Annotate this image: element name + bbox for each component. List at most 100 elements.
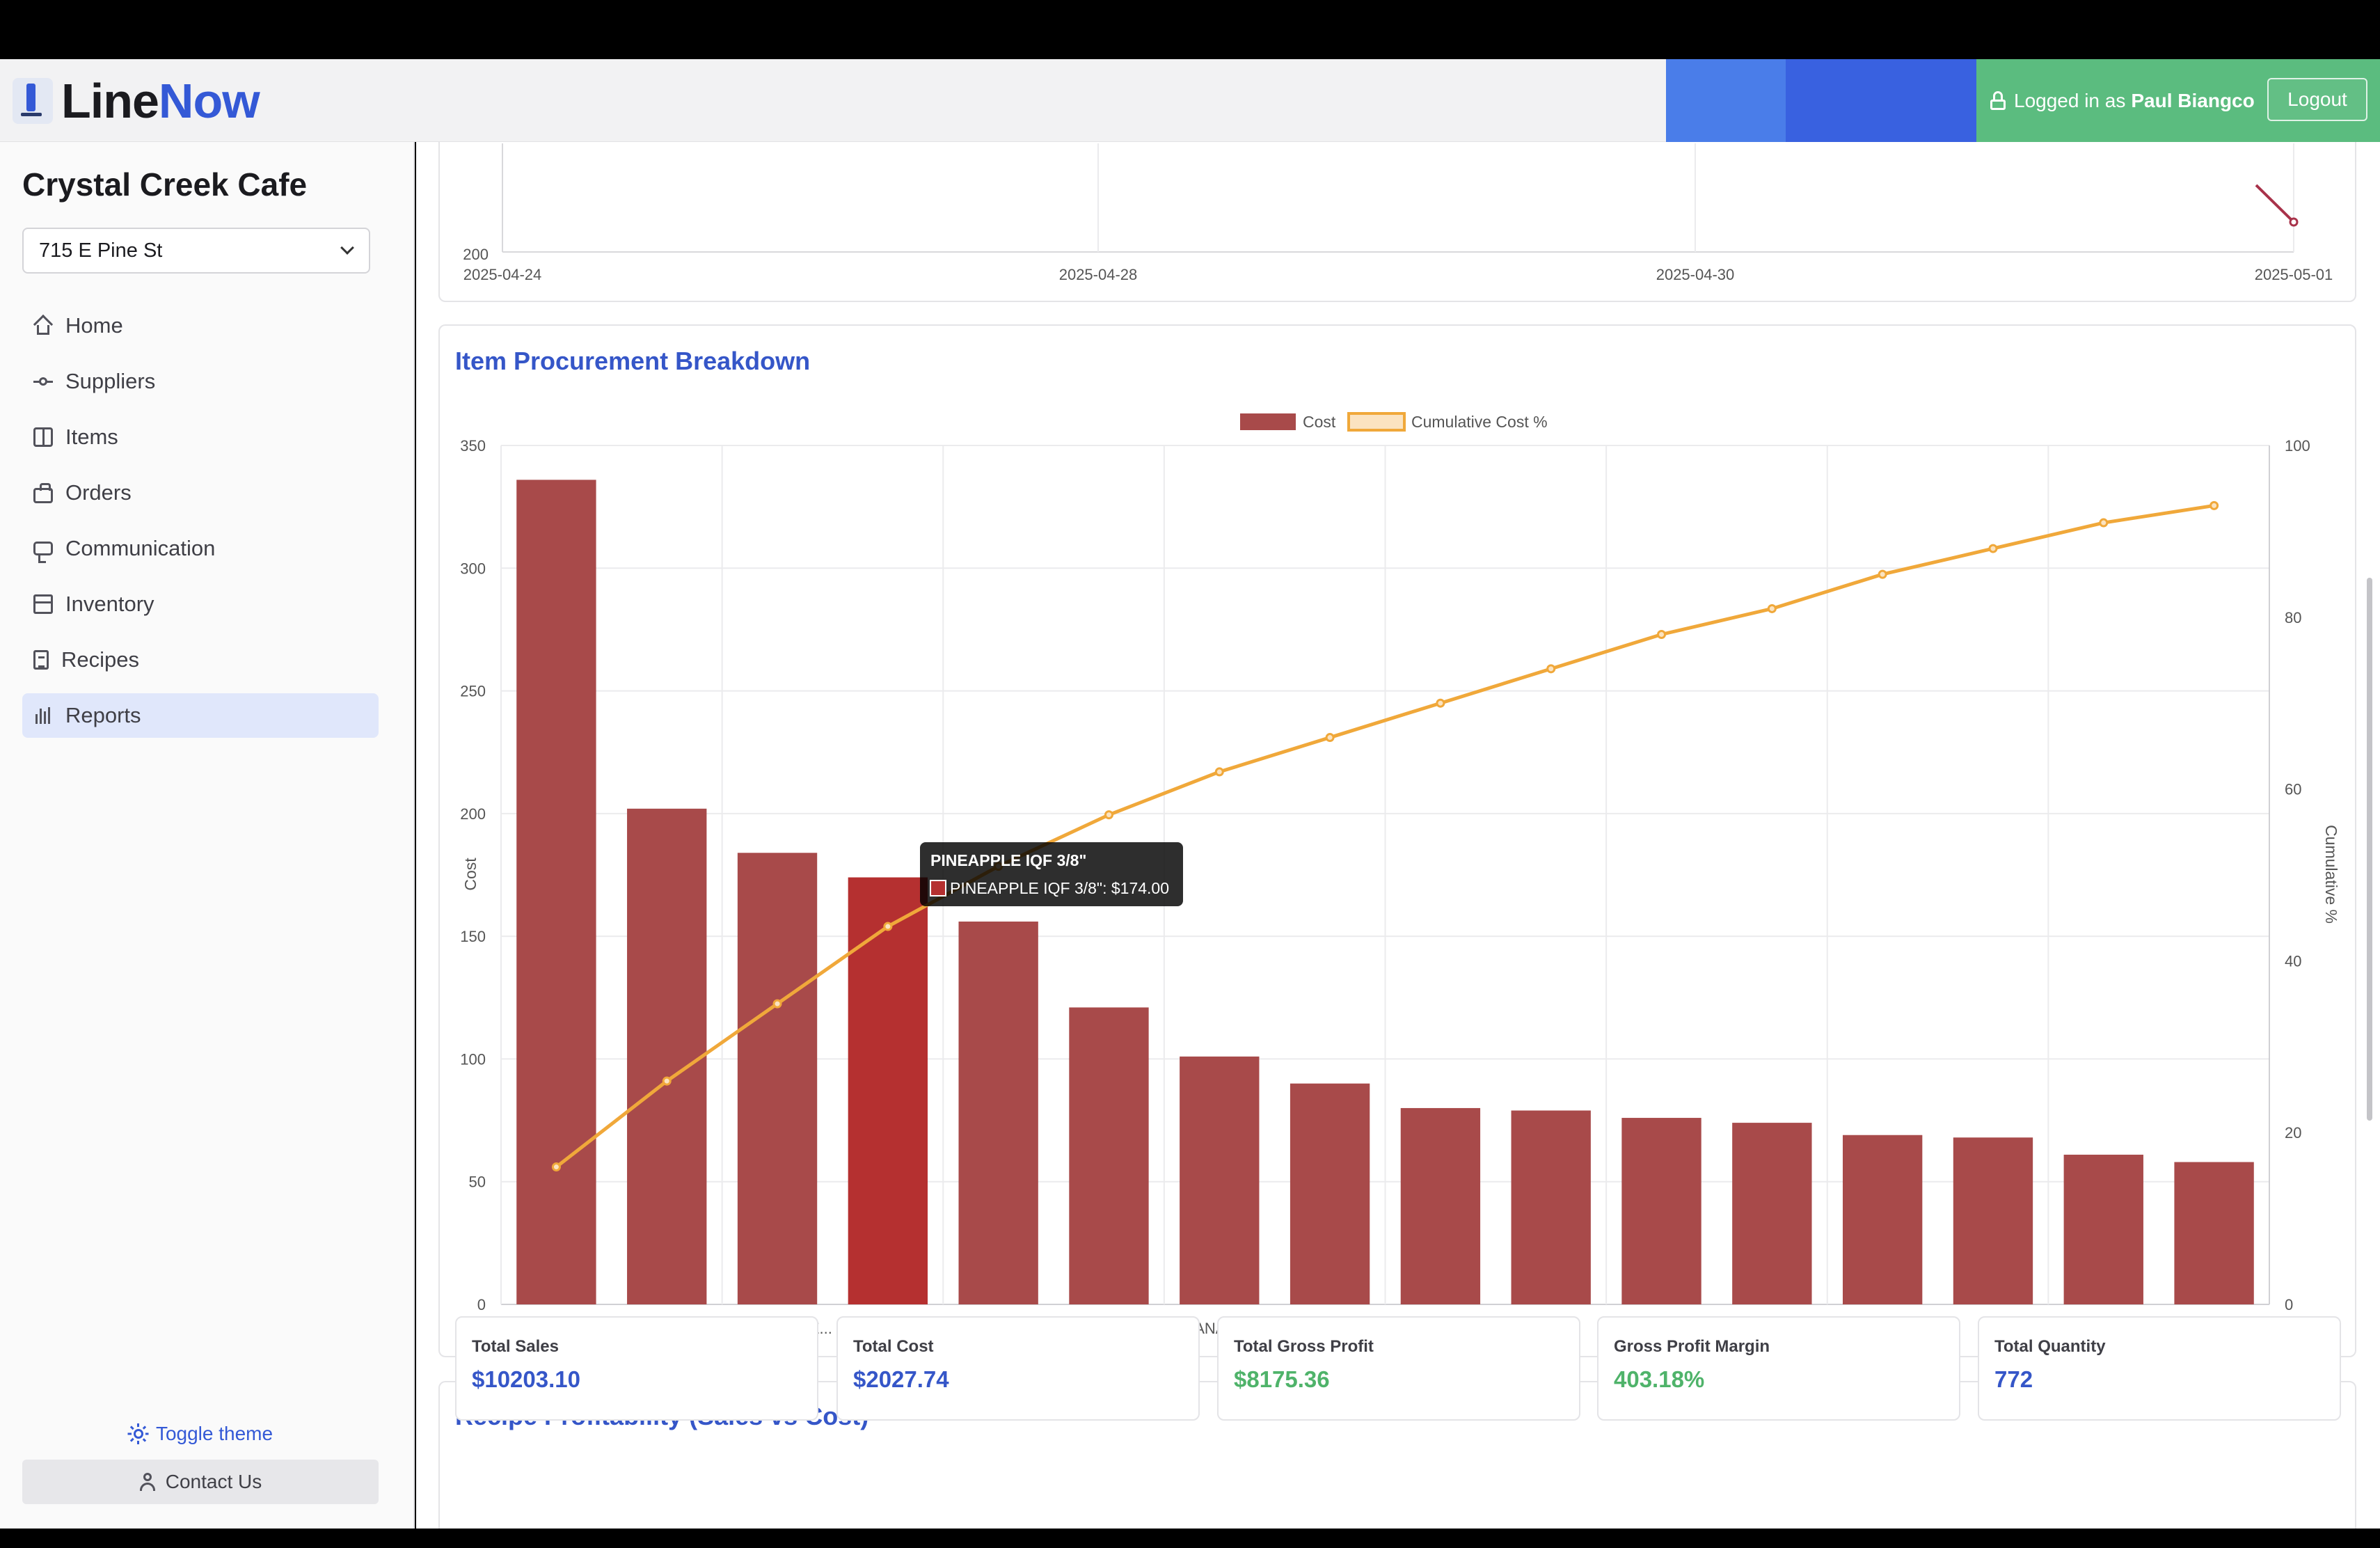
stat-gross-profit-margin: Gross Profit Margin 403.18% <box>1597 1316 1960 1421</box>
logo-text: LineNow <box>61 74 260 128</box>
cumulative-point <box>2210 500 2219 510</box>
y-tick-label: 300 <box>460 560 486 577</box>
app-logo[interactable]: LineNow <box>13 74 260 128</box>
bar-mark <box>1069 1007 1149 1304</box>
procurement-chart: 050100150200250300350020406080100STRAWBE… <box>460 412 2340 1337</box>
stat-value: $8175.36 <box>1234 1366 1330 1392</box>
cumulative-point <box>1214 767 1224 777</box>
bar-mark <box>1180 1056 1260 1304</box>
location-value: 715 E Pine St <box>39 239 163 262</box>
suppliers-icon <box>33 372 53 391</box>
bar-mark <box>1290 1083 1370 1304</box>
recipe-icon <box>33 650 49 670</box>
sidebar-item-suppliers[interactable]: Suppliers <box>22 359 379 404</box>
chevron-down-icon <box>340 241 354 255</box>
stat-label: Total Quantity <box>1994 1337 2106 1356</box>
y-tick-label: 200 <box>463 246 489 263</box>
stat-label: Total Gross Profit <box>1234 1337 1374 1356</box>
trend-point <box>2289 217 2299 227</box>
bar-mark <box>1842 1135 1923 1304</box>
stat-total-cost: Total Cost $2027.74 <box>836 1316 1200 1421</box>
reports-icon <box>33 706 53 725</box>
sidebar-item-label: Home <box>65 313 123 338</box>
bar-mark <box>2063 1154 2143 1304</box>
legend-label-cumulative: Cumulative Cost % <box>1411 413 1548 431</box>
cumulative-point <box>1436 698 1445 708</box>
trend-chart-card: 200 2025-04-24 2025-04-28 2025-04-30 202… <box>438 142 2356 302</box>
sidebar-item-label: Recipes <box>61 647 139 672</box>
bar-mark <box>1400 1107 1481 1304</box>
user-name: Paul Biangco <box>2131 89 2255 111</box>
y2-axis-title: Cumulative % <box>2322 825 2340 924</box>
top-black-bar <box>0 0 2380 59</box>
lock-icon <box>1990 90 2006 111</box>
sidebar-item-home[interactable]: Home <box>22 303 379 348</box>
x-tick-label: 2025-04-24 <box>463 266 542 283</box>
sidebar-item-label: Orders <box>65 480 132 505</box>
logo-icon <box>13 78 53 124</box>
sidebar-item-items[interactable]: Items <box>22 415 379 459</box>
y-tick-label: 50 <box>469 1174 486 1191</box>
bar-mark <box>848 877 928 1304</box>
sidebar-item-label: Reports <box>65 703 141 727</box>
cumulative-point <box>772 999 782 1009</box>
y-tick-label: 0 <box>477 1296 486 1313</box>
stat-value: $2027.74 <box>853 1366 949 1392</box>
chart-legend[interactable]: Cost Cumulative Cost % <box>1240 412 1548 432</box>
stat-value: $10203.10 <box>472 1366 580 1392</box>
sidebar-item-communication[interactable]: Communication <box>22 526 379 571</box>
y-axis-title: Cost <box>461 858 479 891</box>
cumulative-point <box>883 922 893 931</box>
sidebar-item-label: Communication <box>65 536 216 560</box>
bar-mark <box>737 853 818 1304</box>
cumulative-point <box>1325 733 1335 743</box>
y2-tick-label: 100 <box>2285 437 2310 455</box>
page-scrollbar[interactable] <box>2367 578 2372 1121</box>
stat-total-sales: Total Sales $10203.10 <box>455 1316 818 1421</box>
sidebar-item-label: Items <box>65 425 118 449</box>
cumulative-point <box>1657 629 1667 639</box>
header-accent-block <box>1786 59 1976 142</box>
cumulative-point <box>551 1162 561 1172</box>
cumulative-point <box>1988 544 1998 553</box>
app-header: LineNow Logged in as Paul Biangco Logout <box>0 59 2380 142</box>
bar-mark <box>1732 1123 1812 1304</box>
logout-button[interactable]: Logout <box>2267 78 2367 121</box>
y-tick-label: 100 <box>460 1050 486 1068</box>
sidebar: Crystal Creek Cafe 715 E Pine St Home Su… <box>0 142 415 1548</box>
stat-label: Total Sales <box>472 1337 559 1356</box>
contact-us-button[interactable]: Contact Us <box>22 1460 379 1504</box>
cumulative-point <box>1546 664 1556 674</box>
sidebar-item-label: Suppliers <box>65 369 156 393</box>
contact-us-label: Contact Us <box>165 1471 262 1492</box>
sidebar-item-recipes[interactable]: Recipes <box>22 638 379 682</box>
sidebar-item-orders[interactable]: Orders <box>22 471 379 515</box>
x-tick-label: 2025-04-30 <box>1656 266 1735 283</box>
location-select[interactable]: 715 E Pine St <box>22 228 370 274</box>
stat-total-quantity: Total Quantity 772 <box>1978 1316 2341 1421</box>
stat-label: Total Cost <box>853 1337 934 1356</box>
bar-mark <box>958 921 1038 1304</box>
sidebar-item-inventory[interactable]: Inventory <box>22 582 379 626</box>
cumulative-point <box>662 1076 672 1086</box>
cumulative-point <box>1104 810 1113 820</box>
bar-mark <box>1511 1110 1591 1304</box>
toggle-theme-label: Toggle theme <box>155 1423 273 1444</box>
legend-swatch-cost <box>1240 413 1296 430</box>
tooltip-swatch <box>930 880 946 897</box>
y-tick-label: 350 <box>460 437 486 455</box>
toggle-theme-button[interactable]: Toggle theme <box>0 1423 401 1445</box>
box-icon <box>33 427 53 447</box>
stat-label: Gross Profit Margin <box>1614 1337 1770 1356</box>
bar-mark <box>1621 1118 1701 1304</box>
trend-line <box>2255 184 2295 223</box>
user-status: Logged in as Paul Biangco Logout <box>1976 59 2380 142</box>
legend-label-cost: Cost <box>1303 413 1336 431</box>
sidebar-item-label: Inventory <box>65 592 154 616</box>
business-name: Crystal Creek Cafe <box>22 166 308 203</box>
x-tick-label: 2025-04-28 <box>1059 266 1138 283</box>
bar-mark <box>627 808 707 1304</box>
sidebar-item-reports[interactable]: Reports <box>22 693 379 738</box>
y-tick-label: 150 <box>460 928 486 945</box>
orders-icon <box>33 483 53 503</box>
